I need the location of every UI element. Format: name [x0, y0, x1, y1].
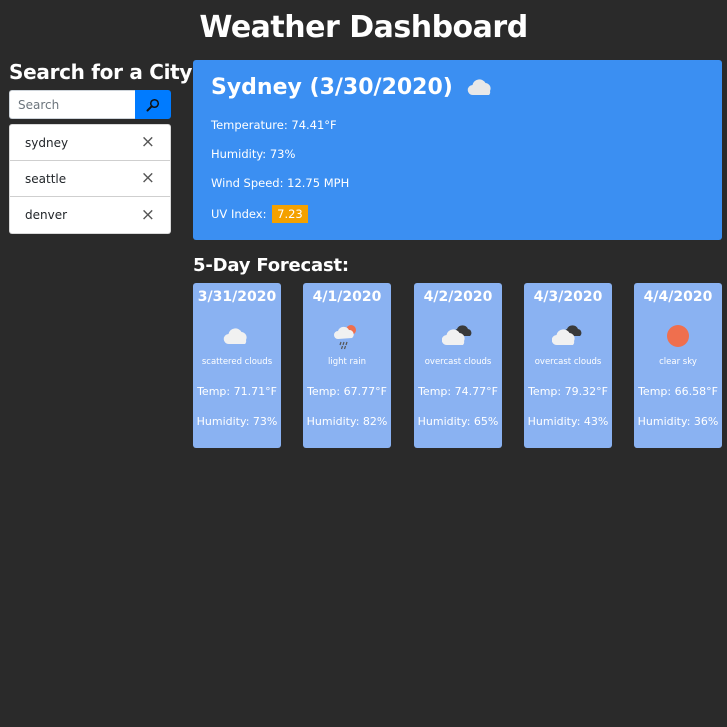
forecast-temp: Temp: 71.71°F — [197, 385, 277, 398]
forecast-humidity: Humidity: 36% — [637, 415, 719, 428]
forecast-humidity: Humidity: 73% — [196, 415, 278, 428]
uv-label: UV Index: — [211, 207, 267, 221]
forecast-card: 4/2/2020 overcast clouds Temp: 74.77°F H… — [414, 283, 502, 448]
forecast-description: scattered clouds — [201, 357, 273, 367]
forecast-temp: Temp: 67.77°F — [307, 385, 387, 398]
page-title: Weather Dashboard — [199, 10, 528, 45]
history-item-denver[interactable]: denver × — [10, 197, 170, 233]
current-uv: UV Index: 7.23 — [211, 205, 704, 234]
forecast-temp: Temp: 66.58°F — [638, 385, 718, 398]
forecast-temp: Temp: 79.32°F — [528, 385, 608, 398]
history-item-seattle[interactable]: seattle × — [10, 161, 170, 197]
forecast-temp: Temp: 74.77°F — [418, 385, 498, 398]
forecast-description: clear sky — [659, 357, 697, 367]
overcast-clouds-icon — [414, 319, 502, 353]
forecast-humidity: Humidity: 82% — [306, 415, 388, 428]
current-city-title: Sydney (3/30/2020) — [211, 74, 453, 100]
forecast-card: 4/3/2020 overcast clouds Temp: 79.32°F H… — [524, 283, 612, 448]
forecast-date: 4/3/2020 — [533, 289, 603, 305]
weather-dashboard: Weather Dashboard Search for a City sydn… — [0, 0, 727, 727]
forecast-description: overcast clouds — [534, 357, 602, 367]
close-icon[interactable]: × — [141, 206, 155, 224]
forecast-humidity: Humidity: 65% — [417, 415, 499, 428]
forecast-humidity: Humidity: 43% — [527, 415, 609, 428]
forecast-date: 4/4/2020 — [643, 289, 713, 305]
forecast-description: overcast clouds — [424, 357, 492, 367]
history-item-label: denver — [25, 208, 68, 222]
history-item-label: sydney — [25, 135, 69, 150]
search-bar — [9, 90, 171, 119]
light-rain-icon — [303, 319, 391, 353]
history-item-label: seattle — [25, 171, 67, 186]
search-button[interactable] — [135, 90, 171, 119]
search-history-list: sydney × seattle × denver × — [9, 124, 171, 234]
history-item-sydney[interactable]: sydney × — [10, 125, 170, 161]
current-temperature: Temperature: 74.41°F — [211, 118, 337, 132]
search-heading: Search for a City — [9, 60, 193, 84]
close-icon[interactable]: × — [141, 134, 155, 151]
forecast-date: 4/1/2020 — [312, 289, 382, 305]
forecast-card: 4/4/2020 clear sky Temp: 66.58°F Humidit… — [634, 283, 722, 448]
clear-sky-icon — [634, 319, 722, 353]
forecast-date: 3/31/2020 — [197, 289, 277, 305]
forecast-description: light rain — [328, 357, 366, 367]
close-icon[interactable]: × — [141, 170, 155, 187]
forecast-card: 3/31/2020 scattered clouds Temp: 71.71°F… — [193, 283, 281, 448]
forecast-card: 4/1/2020 light rain Temp: 67.77°F Humidi… — [303, 283, 391, 448]
current-humidity: Humidity: 73% — [211, 147, 296, 161]
forecast-cards: 3/31/2020 scattered clouds Temp: 71.71°F… — [193, 283, 723, 448]
forecast-heading: 5-Day Forecast: — [193, 255, 349, 276]
uv-index-badge: 7.23 — [272, 205, 308, 223]
current-wind-speed: Wind Speed: 12.75 MPH — [211, 176, 350, 190]
forecast-date: 4/2/2020 — [423, 289, 493, 305]
current-weather-panel: Sydney (3/30/2020) Temperature: 74.41°F … — [193, 60, 722, 240]
search-input[interactable] — [9, 90, 135, 119]
cloud-icon — [467, 78, 495, 100]
overcast-clouds-icon — [524, 319, 612, 353]
scattered-clouds-icon — [193, 319, 281, 353]
search-icon — [146, 98, 160, 111]
